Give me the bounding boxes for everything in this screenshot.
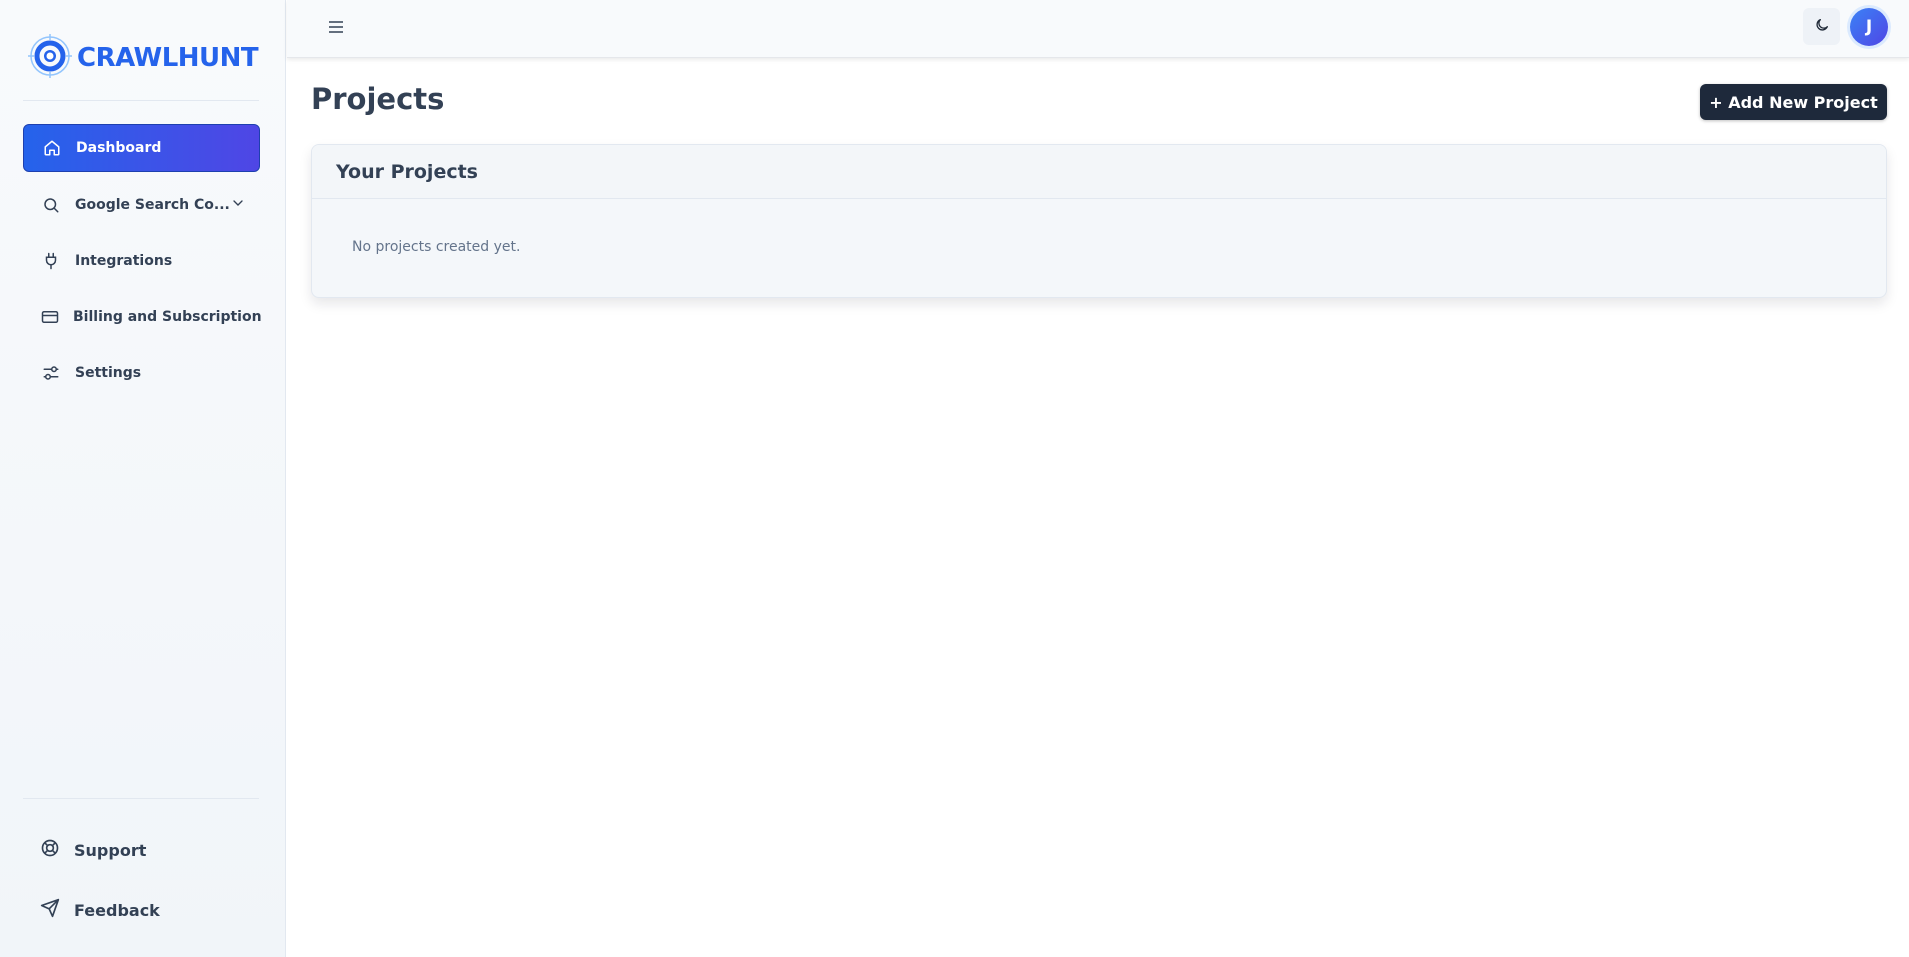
support-label: Support [74, 840, 147, 860]
sidebar: CRAWLHUNT Dashboard Google Search Co... … [0, 0, 286, 957]
search-icon [41, 195, 61, 215]
empty-state-text: No projects created yet. [352, 239, 521, 255]
send-icon [40, 898, 60, 922]
moon-icon [1814, 17, 1830, 37]
hamburger-icon[interactable] [325, 16, 347, 38]
feedback-link[interactable]: Feedback [40, 895, 160, 925]
add-new-project-button[interactable]: + Add New Project [1700, 84, 1887, 120]
sidebar-item-billing[interactable]: Billing and Subscription [23, 293, 262, 341]
chevron-down-icon[interactable] [230, 195, 246, 215]
sliders-icon [41, 363, 61, 383]
lifebuoy-icon [40, 838, 60, 862]
feedback-label: Feedback [74, 900, 160, 920]
page-title: Projects [311, 82, 445, 116]
brand-logo[interactable]: CRAWLHUNT [28, 34, 259, 82]
sidebar-item-label: Settings [75, 365, 142, 381]
sidebar-item-settings[interactable]: Settings [23, 349, 260, 397]
sidebar-item-integrations[interactable]: Integrations [23, 237, 260, 285]
sidebar-item-label: Billing and Subscription [73, 309, 262, 325]
sidebar-item-google-search-console[interactable]: Google Search Co... [23, 181, 260, 229]
credit-card-icon [41, 307, 59, 327]
sidebar-item-label: Dashboard [76, 140, 162, 156]
bottom-divider [23, 798, 259, 799]
avatar[interactable]: J [1850, 8, 1888, 46]
sidebar-item-label: Google Search Co... [75, 197, 230, 213]
theme-toggle-button[interactable] [1803, 8, 1840, 45]
crawlhunt-logo-icon [28, 34, 72, 82]
support-link[interactable]: Support [40, 835, 146, 865]
top-bar: J [287, 0, 1909, 58]
home-icon [42, 138, 62, 158]
logo-divider [23, 100, 259, 101]
card-title: Your Projects [312, 145, 1886, 199]
sidebar-item-label: Integrations [75, 253, 173, 269]
sidebar-item-dashboard[interactable]: Dashboard [23, 124, 260, 172]
brand-name: CRAWLHUNT [77, 43, 259, 73]
plug-icon [41, 251, 61, 271]
projects-card: Your Projects No projects created yet. [311, 144, 1887, 298]
